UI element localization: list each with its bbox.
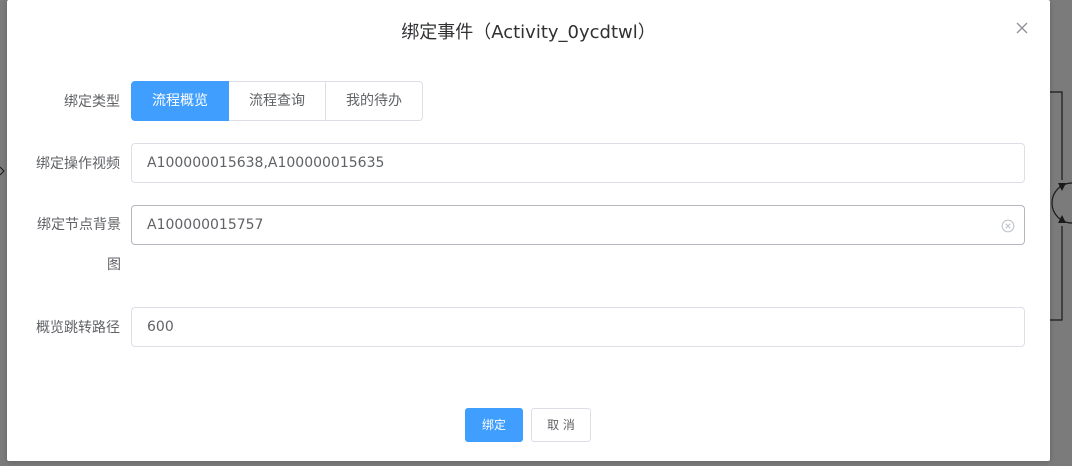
circle-close-icon[interactable] bbox=[1001, 218, 1015, 233]
bind-event-dialog: 绑定事件（Activity_0ycdtwl） 绑定类型 流程概览 流程查询 我的… bbox=[7, 0, 1050, 461]
bind-video-value: A100000015638,A100000015635 bbox=[147, 155, 385, 171]
cancel-button[interactable]: 取 消 bbox=[531, 408, 591, 442]
diagram-connector-top bbox=[1050, 91, 1063, 180]
radio-option-todo[interactable]: 我的待办 bbox=[326, 81, 423, 121]
bind-node-bg-value: A100000015757 bbox=[147, 217, 264, 233]
diagram-edge-left bbox=[0, 166, 5, 176]
bind-node-bg-label: 绑定节点背景图 bbox=[37, 217, 121, 273]
bind-video-label: 绑定操作视频 bbox=[36, 156, 120, 172]
bind-type-label: 绑定类型 bbox=[64, 94, 120, 110]
overview-path-value: 600 bbox=[147, 319, 174, 335]
dialog-title: 绑定事件（Activity_0ycdtwl） bbox=[401, 22, 656, 43]
close-icon[interactable] bbox=[1014, 20, 1030, 36]
diagram-connector-bottom bbox=[1050, 226, 1063, 321]
radio-option-overview[interactable]: 流程概览 bbox=[131, 81, 229, 121]
bind-node-bg-input[interactable]: A100000015757 bbox=[131, 205, 1025, 245]
overview-path-label: 概览跳转路径 bbox=[36, 320, 120, 336]
radio-option-query[interactable]: 流程查询 bbox=[229, 81, 326, 121]
bind-type-radio-group: 流程概览 流程查询 我的待办 bbox=[131, 81, 423, 121]
overview-path-input[interactable]: 600 bbox=[131, 307, 1025, 347]
bind-video-input[interactable]: A100000015638,A100000015635 bbox=[131, 143, 1025, 183]
confirm-bind-button[interactable]: 绑定 bbox=[465, 408, 523, 442]
